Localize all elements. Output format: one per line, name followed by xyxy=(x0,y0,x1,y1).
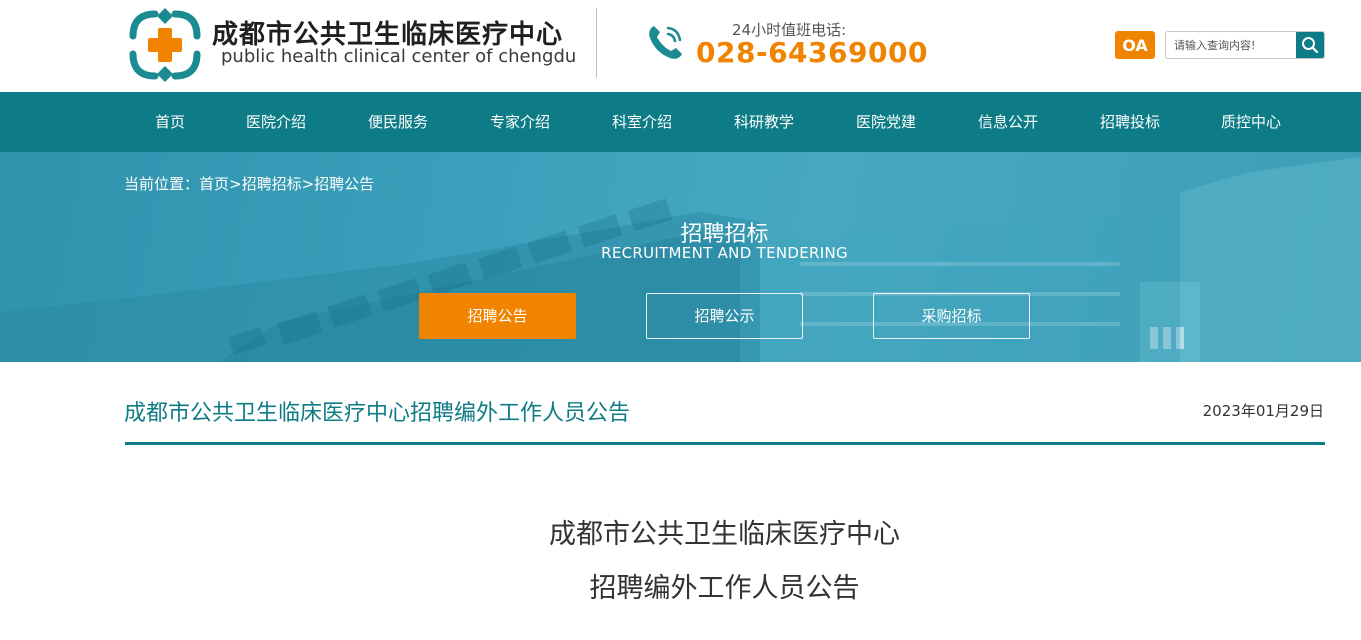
site-header: 成都市公共卫生临床医疗中心 public health clinical cen… xyxy=(0,0,1361,92)
search-icon xyxy=(1302,37,1319,54)
tab-recruitment-publicity[interactable]: 招聘公示 xyxy=(646,293,803,339)
article-title: 成都市公共卫生临床医疗中心招聘编外工作人员公告 xyxy=(124,401,631,426)
hotline-number: 028-64369000 xyxy=(696,36,928,69)
nav-item-recruitment[interactable]: 招聘投标 xyxy=(1080,92,1180,152)
article-date: 2023年01月29日 xyxy=(1202,402,1324,420)
phone-icon xyxy=(649,26,682,59)
nav-item-experts[interactable]: 专家介绍 xyxy=(470,92,570,152)
brand-name-en: public health clinical center of chengdu xyxy=(221,46,577,67)
article-divider xyxy=(125,442,1325,445)
nav-item-about[interactable]: 医院介绍 xyxy=(226,92,326,152)
search-input[interactable] xyxy=(1166,32,1297,58)
tab-procurement-tender[interactable]: 采购招标 xyxy=(873,293,1030,339)
main-nav: 首页 医院介绍 便民服务 专家介绍 科室介绍 科研教学 医院党建 信息公开 招聘… xyxy=(0,92,1361,152)
header-divider xyxy=(596,8,597,78)
hospital-logo-icon[interactable] xyxy=(125,6,205,84)
nav-item-party[interactable]: 医院党建 xyxy=(836,92,936,152)
breadcrumb: 当前位置：首页>招聘招标>招聘公告 xyxy=(124,175,375,193)
nav-item-quality[interactable]: 质控中心 xyxy=(1201,92,1301,152)
search-box xyxy=(1165,31,1325,59)
search-button[interactable] xyxy=(1296,32,1324,58)
document-heading-line2: 招聘编外工作人员公告 xyxy=(589,573,860,604)
section-subtitle: RECRUITMENT AND TENDERING xyxy=(601,244,848,262)
tab-recruitment-notice[interactable]: 招聘公告 xyxy=(419,293,576,339)
nav-item-research[interactable]: 科研教学 xyxy=(714,92,814,152)
oa-button[interactable]: OA xyxy=(1115,31,1155,59)
nav-item-services[interactable]: 便民服务 xyxy=(348,92,448,152)
nav-item-home[interactable]: 首页 xyxy=(120,92,220,152)
nav-item-info[interactable]: 信息公开 xyxy=(958,92,1058,152)
nav-item-departments[interactable]: 科室介绍 xyxy=(592,92,692,152)
document-heading-line1: 成都市公共卫生临床医疗中心 xyxy=(549,519,900,550)
page-banner: 当前位置：首页>招聘招标>招聘公告 招聘招标 RECRUITMENT AND T… xyxy=(0,152,1361,362)
